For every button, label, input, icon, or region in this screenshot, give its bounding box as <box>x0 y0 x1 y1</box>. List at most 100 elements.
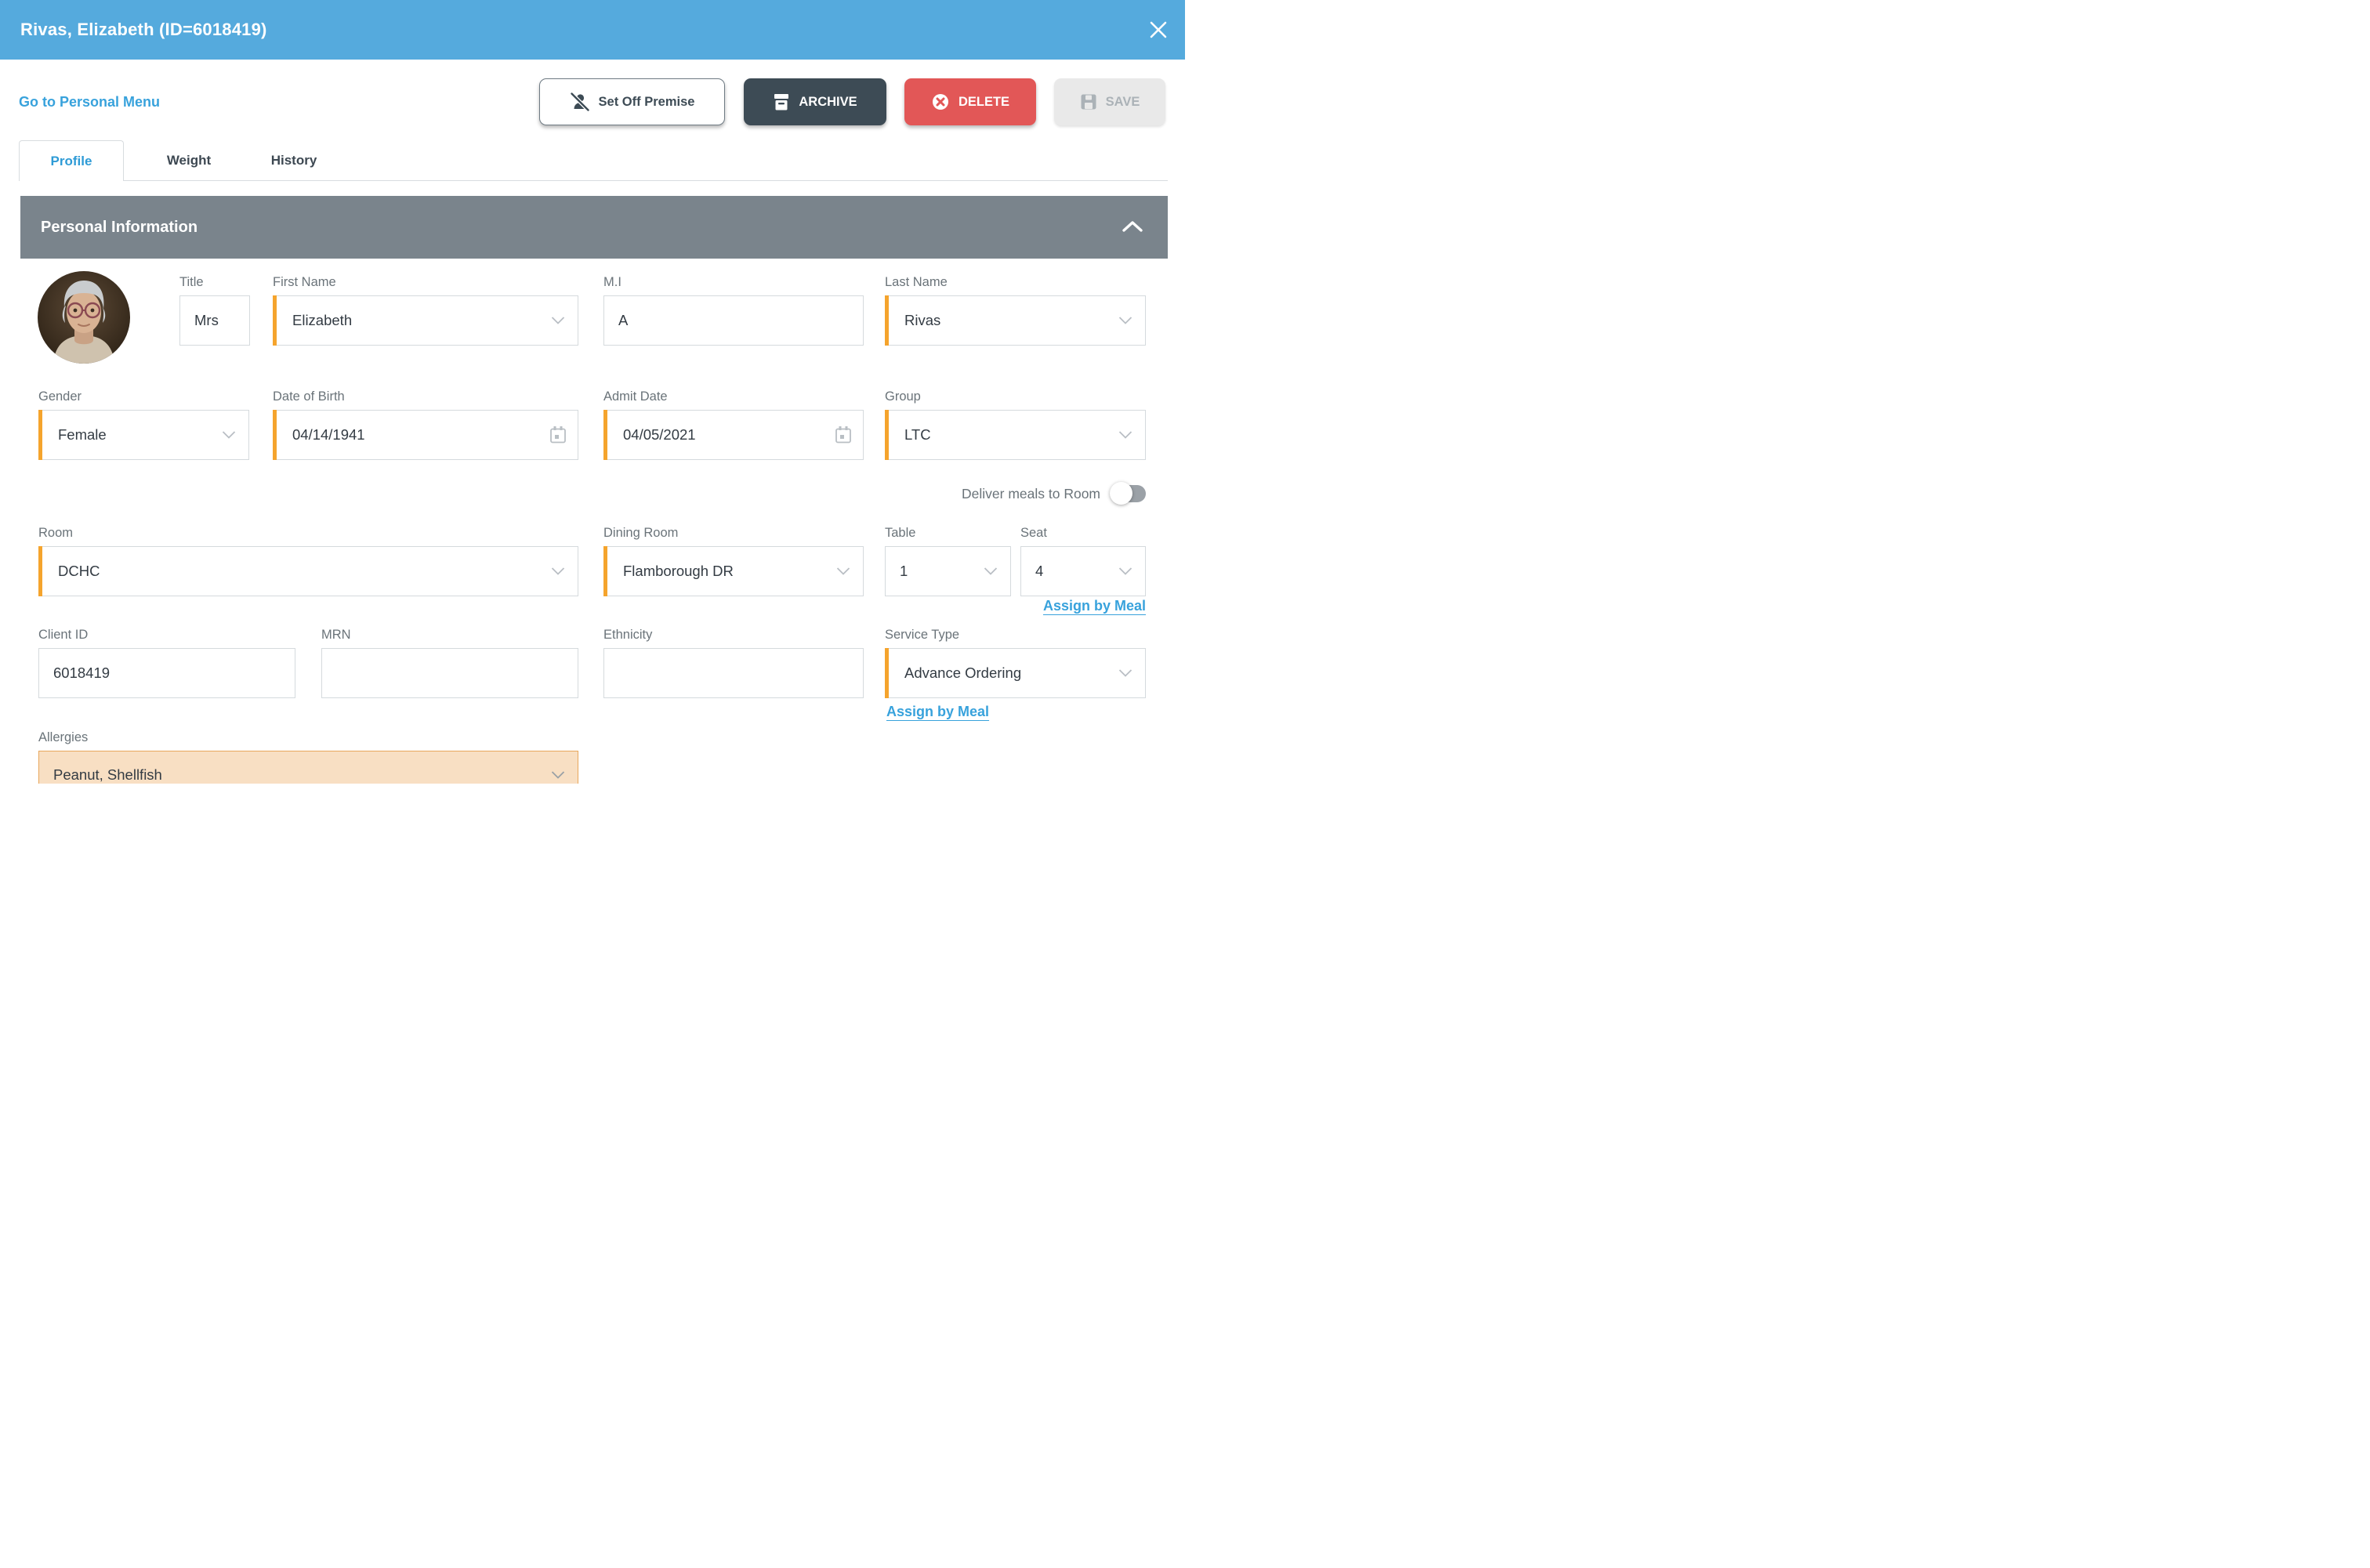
room-select[interactable]: DCHC <box>38 546 578 596</box>
save-label: SAVE <box>1106 95 1140 110</box>
ethnicity-label: Ethnicity <box>603 627 864 643</box>
table-label: Table <box>885 525 1011 541</box>
first-name-select[interactable]: Elizabeth <box>273 295 578 346</box>
dining-room-label: Dining Room <box>603 525 864 541</box>
deliver-meals-label: Deliver meals to Room <box>962 486 1100 502</box>
date-of-birth-label: Date of Birth <box>273 389 578 404</box>
field-room: Room DCHC <box>38 525 578 596</box>
tab-history[interactable]: History <box>251 141 337 180</box>
last-name-label: Last Name <box>885 274 1146 290</box>
chevron-down-icon <box>222 431 236 440</box>
client-id-input[interactable]: 6018419 <box>38 648 295 698</box>
circle-x-icon <box>931 92 950 111</box>
field-service-type: Service Type Advance Ordering <box>885 627 1146 698</box>
field-mi: M.I A <box>603 274 864 346</box>
resident-photo <box>38 271 130 364</box>
field-gender: Gender Female <box>38 389 249 460</box>
mrn-input[interactable] <box>321 648 578 698</box>
archive-box-icon <box>773 92 790 111</box>
service-type-label: Service Type <box>885 627 1146 643</box>
table-value: 1 <box>900 563 908 580</box>
title-value: Mrs <box>194 312 219 329</box>
table-select[interactable]: 1 <box>885 546 1011 596</box>
seat-label: Seat <box>1020 525 1146 541</box>
calendar-icon[interactable] <box>835 425 852 444</box>
title-label: Title <box>179 274 250 290</box>
archive-button[interactable]: ARCHIVE <box>744 78 886 125</box>
title-input[interactable]: Mrs <box>179 295 250 346</box>
person-slash-icon <box>570 92 590 112</box>
floppy-disk-icon <box>1080 93 1097 110</box>
client-id-label: Client ID <box>38 627 295 643</box>
chevron-down-icon <box>836 567 850 576</box>
date-of-birth-input[interactable]: 04/14/1941 <box>273 410 578 460</box>
close-icon[interactable] <box>1149 20 1168 39</box>
mrn-label: MRN <box>321 627 578 643</box>
field-last-name: Last Name Rivas <box>885 274 1146 346</box>
group-select[interactable]: LTC <box>885 410 1146 460</box>
deliver-meals-row: Deliver meals to Room <box>962 483 1146 504</box>
mi-input[interactable]: A <box>603 295 864 346</box>
save-button[interactable]: SAVE <box>1054 78 1165 125</box>
set-off-premise-label: Set Off Premise <box>599 95 695 110</box>
dining-room-value: Flamborough DR <box>623 563 734 580</box>
calendar-icon[interactable] <box>549 425 567 444</box>
allergies-select[interactable]: Peanut, Shellfish <box>38 751 578 784</box>
personal-information-section-header[interactable]: Personal Information <box>20 196 1168 259</box>
field-dining-room: Dining Room Flamborough DR <box>603 525 864 596</box>
mi-value: A <box>618 312 628 329</box>
set-off-premise-button[interactable]: Set Off Premise <box>539 78 725 125</box>
mi-label: M.I <box>603 274 864 290</box>
tab-weight[interactable]: Weight <box>146 141 232 180</box>
field-table: Table 1 <box>885 525 1011 596</box>
service-type-select[interactable]: Advance Ordering <box>885 648 1146 698</box>
assign-by-meal-service-link[interactable]: Assign by Meal <box>886 704 989 720</box>
assign-by-meal-seating-link[interactable]: Assign by Meal <box>1043 598 1146 614</box>
chevron-down-icon <box>1118 431 1132 440</box>
chevron-down-icon <box>551 317 565 325</box>
field-title: Title Mrs <box>179 274 250 346</box>
field-client-id: Client ID 6018419 <box>38 627 295 698</box>
tab-profile[interactable]: Profile <box>19 140 124 181</box>
chevron-down-icon <box>1118 567 1132 576</box>
resident-profile-window: Rivas, Elizabeth (ID=6018419) Go to Pers… <box>0 0 1185 784</box>
room-label: Room <box>38 525 578 541</box>
admit-date-label: Admit Date <box>603 389 864 404</box>
archive-label: ARCHIVE <box>799 95 857 110</box>
gender-value: Female <box>58 426 107 444</box>
delete-label: DELETE <box>959 95 1009 110</box>
go-to-personal-menu-link[interactable]: Go to Personal Menu <box>19 94 160 110</box>
field-group: Group LTC <box>885 389 1146 460</box>
chevron-down-icon <box>1118 317 1132 325</box>
toggle-knob <box>1110 482 1132 505</box>
date-of-birth-value: 04/14/1941 <box>292 426 365 444</box>
delete-button[interactable]: DELETE <box>904 78 1036 125</box>
gender-select[interactable]: Female <box>38 410 249 460</box>
last-name-select[interactable]: Rivas <box>885 295 1146 346</box>
gender-label: Gender <box>38 389 249 404</box>
window-title: Rivas, Elizabeth (ID=6018419) <box>20 20 267 40</box>
client-id-value: 6018419 <box>53 664 110 682</box>
chevron-down-icon <box>1118 669 1132 678</box>
seat-value: 4 <box>1035 563 1043 580</box>
field-first-name: First Name Elizabeth <box>273 274 578 346</box>
service-type-value: Advance Ordering <box>904 664 1021 682</box>
first-name-label: First Name <box>273 274 578 290</box>
window-title-bar: Rivas, Elizabeth (ID=6018419) <box>0 0 1185 60</box>
chevron-down-icon <box>551 567 565 576</box>
admit-date-input[interactable]: 04/05/2021 <box>603 410 864 460</box>
ethnicity-input[interactable] <box>603 648 864 698</box>
group-label: Group <box>885 389 1146 404</box>
field-admit-date: Admit Date 04/05/2021 <box>603 389 864 460</box>
deliver-meals-toggle[interactable] <box>1110 483 1146 504</box>
field-allergies: Allergies Peanut, Shellfish <box>38 730 578 784</box>
chevron-down-icon <box>551 771 565 780</box>
seat-select[interactable]: 4 <box>1020 546 1146 596</box>
field-seat: Seat 4 <box>1020 525 1146 596</box>
field-date-of-birth: Date of Birth 04/14/1941 <box>273 389 578 460</box>
dining-room-select[interactable]: Flamborough DR <box>603 546 864 596</box>
field-mrn: MRN <box>321 627 578 698</box>
first-name-value: Elizabeth <box>292 312 352 329</box>
field-ethnicity: Ethnicity <box>603 627 864 698</box>
allergies-label: Allergies <box>38 730 578 745</box>
